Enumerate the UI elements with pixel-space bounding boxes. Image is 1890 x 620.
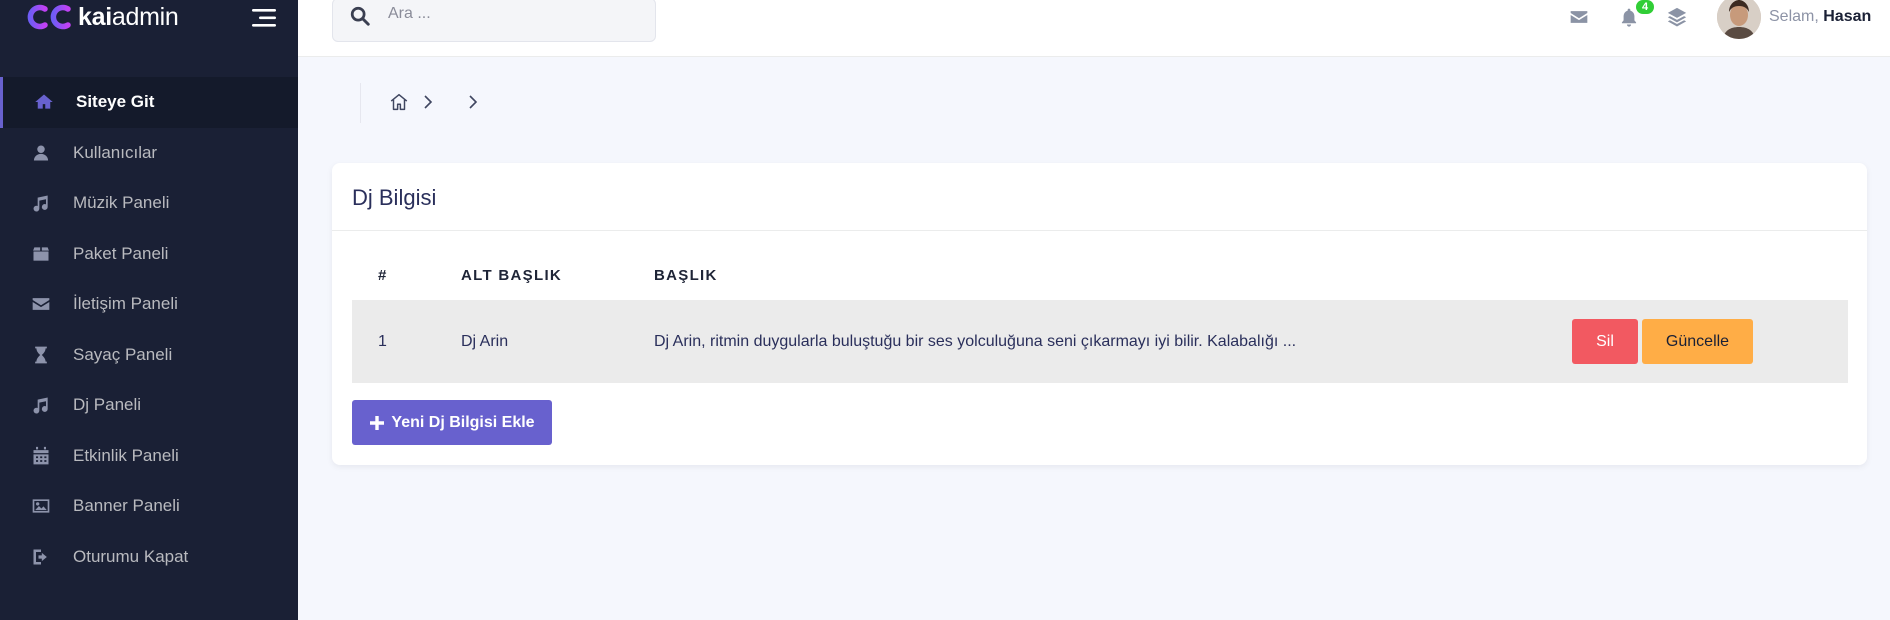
breadcrumb-divider <box>360 83 361 123</box>
sidebar-item-banner-paneli[interactable]: Banner Paneli <box>0 481 298 532</box>
logo[interactable]: kaiadmin <box>26 2 179 32</box>
delete-button[interactable]: Sil <box>1572 319 1638 364</box>
sidebar-item-etkinlik-paneli[interactable]: Etkinlik Paneli <box>0 431 298 482</box>
envelope-icon[interactable] <box>1566 4 1592 30</box>
sidebar-item-siteye-git[interactable]: Siteye Git <box>0 77 298 128</box>
image-icon <box>30 495 52 517</box>
sidebar-item-label: Kullanıcılar <box>73 142 158 162</box>
sidebar-nav: Siteye Git Kullanıcılar Müzik Paneli Pak… <box>0 77 298 582</box>
sign-out-icon <box>30 546 52 568</box>
sidebar-item-label: Siteye Git <box>76 92 155 112</box>
sidebar-item-label: İletişim Paneli <box>73 294 178 314</box>
card-header: Dj Bilgisi <box>332 163 1867 231</box>
sidebar: kaiadmin Siteye Git Kullanıcılar Müzik P… <box>0 0 298 620</box>
column-header-index: # <box>378 267 388 284</box>
sidebar-item-label: Etkinlik Paneli <box>73 445 179 465</box>
home-icon[interactable] <box>388 91 410 113</box>
sidebar-item-dj-paneli[interactable]: Dj Paneli <box>0 380 298 431</box>
logo-text: kaiadmin <box>78 2 179 31</box>
chevron-right-icon <box>469 95 478 109</box>
sidebar-item-iletisim-paneli[interactable]: İletişim Paneli <box>0 279 298 330</box>
column-header-subtitle: ALT BAŞLIK <box>461 267 563 284</box>
sidebar-item-label: Paket Paneli <box>73 243 169 263</box>
card-title: Dj Bilgisi <box>352 185 437 210</box>
greeting-text: Selam, <box>1769 8 1819 25</box>
calendar-icon <box>30 445 52 467</box>
add-button-label: Yeni Dj Bilgisi Ekle <box>391 413 535 431</box>
envelope-icon <box>30 293 52 315</box>
search-icon[interactable] <box>349 5 371 27</box>
plus-icon <box>370 415 385 430</box>
hourglass-icon <box>30 344 52 366</box>
user-icon <box>30 142 52 164</box>
sidebar-toggle-icon[interactable] <box>250 6 280 30</box>
row-subtitle: Dj Arin <box>461 333 509 350</box>
sidebar-item-label: Dj Paneli <box>73 395 142 415</box>
sidebar-item-oturumu-kapat[interactable]: Oturumu Kapat <box>0 532 298 583</box>
column-header-title: BAŞLIK <box>654 267 718 284</box>
sidebar-item-muzik-paneli[interactable]: Müzik Paneli <box>0 178 298 229</box>
search-box <box>332 0 656 42</box>
sidebar-item-label: Oturumu Kapat <box>73 546 189 566</box>
user-greeting[interactable]: Selam, Hasan <box>1769 8 1871 26</box>
logo-mark <box>27 4 71 30</box>
home-icon <box>33 91 55 113</box>
music-icon <box>30 192 52 214</box>
music-icon <box>30 394 52 416</box>
sidebar-item-kullanicilar[interactable]: Kullanıcılar <box>0 128 298 179</box>
notification-badge: 4 <box>1636 0 1654 14</box>
box-icon <box>30 243 52 265</box>
row-title: Dj Arin, ritmin duygularla buluştuğu bir… <box>654 333 1297 350</box>
user-name: Hasan <box>1823 8 1872 25</box>
row-index: 1 <box>378 333 387 350</box>
chevron-right-icon <box>424 95 433 109</box>
sidebar-item-paket-paneli[interactable]: Paket Paneli <box>0 229 298 280</box>
sidebar-item-label: Banner Paneli <box>73 496 180 516</box>
sidebar-item-label: Sayaç Paneli <box>73 344 173 364</box>
logo-bar: kaiadmin <box>0 0 298 40</box>
search-input[interactable] <box>388 5 638 23</box>
layers-icon[interactable] <box>1664 4 1690 30</box>
update-button[interactable]: Güncelle <box>1642 319 1753 364</box>
sidebar-item-label: Müzik Paneli <box>73 193 170 213</box>
sidebar-item-sayac-paneli[interactable]: Sayaç Paneli <box>0 330 298 381</box>
add-dj-info-button[interactable]: Yeni Dj Bilgisi Ekle <box>352 400 552 445</box>
